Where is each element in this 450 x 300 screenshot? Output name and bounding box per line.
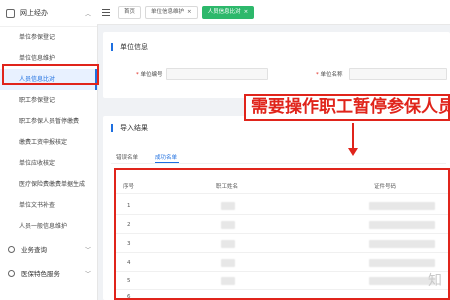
unit-name-label-text: 单位名称 xyxy=(320,72,343,78)
arrow-down-icon xyxy=(348,148,358,156)
highlight-box-sidebar xyxy=(2,64,99,85)
unit-id-field[interactable] xyxy=(166,68,268,80)
sidebar-item-suspend-payment[interactable]: 职工参保人员暂停缴费 xyxy=(0,111,97,132)
unit-id-label: * 单位编号 xyxy=(136,72,163,78)
tab-error-list[interactable]: 错误名单 xyxy=(116,153,138,161)
sidebar-group-label: 业务查询 xyxy=(21,246,47,254)
sidebar-group-query[interactable]: 业务查询 ﹀ xyxy=(0,237,97,261)
tab-success-list[interactable]: 成功名单 xyxy=(155,153,177,161)
unit-info-title: 单位信息 xyxy=(120,43,148,51)
sidebar-item-wage-declaration[interactable]: 缴费工资申报核定 xyxy=(0,132,97,153)
chevron-down-icon: ﹀ xyxy=(84,246,91,254)
tab-bar: 首页 单位信息维护 × 人员信息比对 × xyxy=(97,0,450,25)
title-bar-accent xyxy=(111,43,113,51)
unit-name-field[interactable] xyxy=(349,68,447,80)
sidebar-header[interactable]: 网上经办 ︿ xyxy=(0,0,97,27)
chevron-down-icon: ﹀ xyxy=(84,270,91,278)
highlight-box-table xyxy=(114,168,450,300)
sidebar-group-medical[interactable]: 医保特色服务 ﹀ xyxy=(0,261,97,285)
close-icon[interactable]: × xyxy=(187,9,192,15)
tab-person-compare[interactable]: 人员信息比对 × xyxy=(201,5,255,19)
import-result-title: 导入结果 xyxy=(120,124,148,132)
tab-home[interactable]: 首页 xyxy=(118,5,142,19)
tab-divider xyxy=(111,163,446,164)
sidebar-item-employee-registration[interactable]: 职工参保登记 xyxy=(0,90,97,111)
tab-label: 单位信息维护 xyxy=(151,8,185,15)
tab-label: 人员信息比对 xyxy=(207,8,241,15)
chevron-up-icon: ︿ xyxy=(84,10,91,18)
watermark: 知 xyxy=(428,273,442,289)
tab-unit-info[interactable]: 单位信息维护 × xyxy=(145,5,198,19)
unit-id-label-text: 单位编号 xyxy=(140,72,163,78)
title-bar-accent xyxy=(111,124,113,132)
sidebar-item-medical-bill[interactable]: 医疗保险费缴费单据生成 xyxy=(0,174,97,195)
menu-icon[interactable] xyxy=(102,7,110,18)
unit-name-label: * 单位名称 xyxy=(316,72,343,78)
annotation-callout: 需要操作职工暂停参保人员 xyxy=(244,94,450,121)
sidebar-item-unit-registration[interactable]: 单位参保登记 xyxy=(0,27,97,48)
folder-icon xyxy=(6,8,15,18)
tab-label: 首页 xyxy=(124,8,136,15)
sidebar-header-label: 网上经办 xyxy=(20,9,48,17)
sidebar-item-document-check[interactable]: 单位文书补查 xyxy=(0,195,97,216)
annotation-arrow xyxy=(352,123,354,149)
sidebar-item-person-info[interactable]: 人员一般信息维护 xyxy=(0,216,97,237)
close-icon[interactable]: × xyxy=(244,9,249,15)
sidebar: 网上经办 ︿ 单位参保登记 单位信息维护 人员信息比对 职工参保登记 职工参保人… xyxy=(0,0,98,300)
gear-icon xyxy=(8,269,15,277)
sidebar-group-label: 医保特色服务 xyxy=(21,270,60,278)
sidebar-item-receivable[interactable]: 单位应收核定 xyxy=(0,153,97,174)
search-icon xyxy=(8,245,15,253)
unit-info-card: 单位信息 * 单位编号 * 单位名称 xyxy=(103,32,450,98)
